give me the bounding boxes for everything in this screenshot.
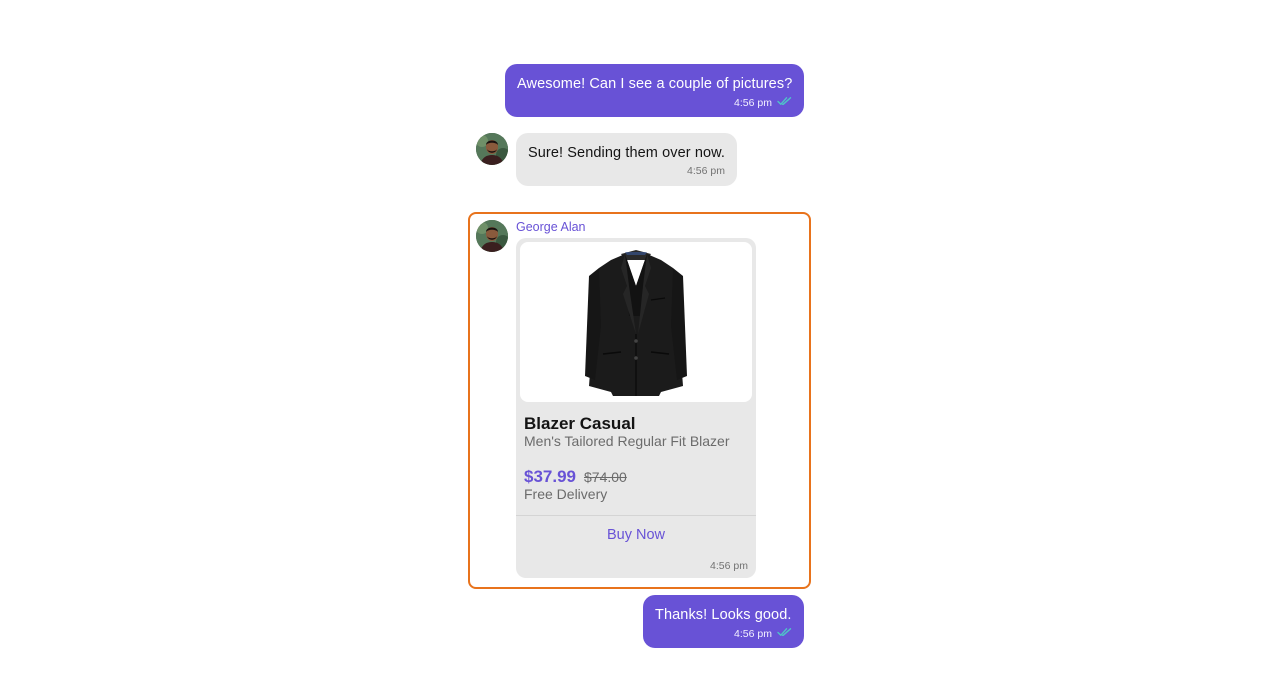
double-check-icon	[777, 96, 792, 109]
chat-message-list: Awesome! Can I see a couple of pictures?…	[0, 0, 1280, 698]
blazer-image[interactable]	[520, 242, 752, 402]
product-subtitle: Men's Tailored Regular Fit Blazer	[524, 433, 730, 449]
message-meta: 4:56 pm	[655, 627, 792, 640]
user-avatar[interactable]	[476, 220, 508, 252]
sender-name: George Alan	[516, 220, 586, 234]
price-row: $37.99 $74.00	[524, 467, 627, 487]
message-timestamp: 4:56 pm	[687, 165, 725, 177]
product-original-price: $74.00	[584, 469, 627, 485]
buy-now-button[interactable]: Buy Now	[516, 516, 756, 554]
message-bubble-outgoing[interactable]: Thanks! Looks good. 4:56 pm	[643, 595, 804, 648]
delivery-info: Free Delivery	[524, 486, 608, 502]
message-meta: 4:56 pm	[517, 96, 792, 109]
message-timestamp: 4:56 pm	[710, 560, 748, 572]
message-meta: 4:56 pm	[528, 165, 725, 177]
message-text: Awesome! Can I see a couple of pictures?	[517, 76, 793, 92]
message-bubble-incoming[interactable]: Sure! Sending them over now. 4:56 pm	[516, 133, 737, 186]
message-timestamp: 4:56 pm	[734, 96, 772, 109]
product-title: Blazer Casual	[524, 414, 636, 433]
message-text: Sure! Sending them over now.	[528, 145, 726, 161]
double-check-icon	[777, 627, 792, 640]
user-avatar[interactable]	[476, 133, 508, 165]
message-bubble-outgoing[interactable]: Awesome! Can I see a couple of pictures?…	[505, 64, 804, 117]
product-card[interactable]: Blazer Casual Men's Tailored Regular Fit…	[516, 238, 756, 578]
product-price: $37.99	[524, 467, 576, 486]
message-timestamp: 4:56 pm	[734, 627, 772, 640]
message-text: Thanks! Looks good.	[655, 607, 792, 623]
